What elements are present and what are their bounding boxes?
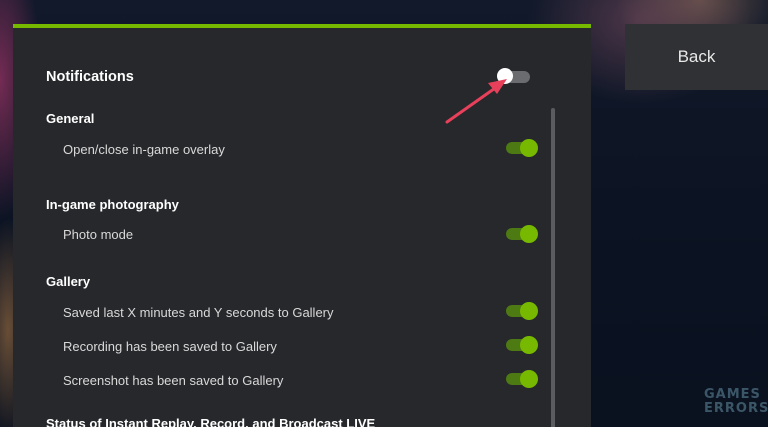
watermark-line2: ERRORS (704, 401, 768, 416)
toggle-saved-last[interactable] (506, 302, 538, 320)
section-title-gallery: Gallery (46, 274, 91, 289)
toggle-screenshot-saved[interactable] (506, 370, 538, 388)
page-title: Notifications (46, 69, 134, 85)
toggle-knob (520, 302, 538, 320)
scrollbar[interactable] (551, 108, 555, 427)
toggle-photo-mode[interactable] (506, 225, 538, 243)
setting-label-saved-last: Saved last X minutes and Y seconds to Ga… (63, 305, 334, 320)
section-title-photography: In-game photography (46, 197, 179, 212)
watermark-logo: GAMES ERRORS (704, 388, 768, 416)
toggle-knob (520, 370, 538, 388)
back-button[interactable]: Back (625, 24, 768, 90)
notifications-master-toggle[interactable] (497, 68, 530, 84)
setting-label-screenshot-saved: Screenshot has been saved to Gallery (63, 373, 284, 388)
toggle-knob (497, 68, 513, 84)
setting-label-photo-mode: Photo mode (63, 227, 134, 242)
toggle-knob (520, 336, 538, 354)
setting-label-recording-saved: Recording has been saved to Gallery (63, 339, 277, 354)
toggle-knob (520, 139, 538, 157)
section-title-status: Status of Instant Replay, Record, and Br… (46, 416, 376, 427)
watermark-line1: GAMES (704, 387, 761, 402)
toggle-knob (520, 225, 538, 243)
toggle-recording-saved[interactable] (506, 336, 538, 354)
section-title-general: General (46, 111, 95, 126)
setting-label-overlay: Open/close in-game overlay (63, 142, 225, 157)
notifications-panel: Notifications General Open/close in-game… (13, 24, 591, 427)
toggle-open-close-overlay[interactable] (506, 139, 538, 157)
